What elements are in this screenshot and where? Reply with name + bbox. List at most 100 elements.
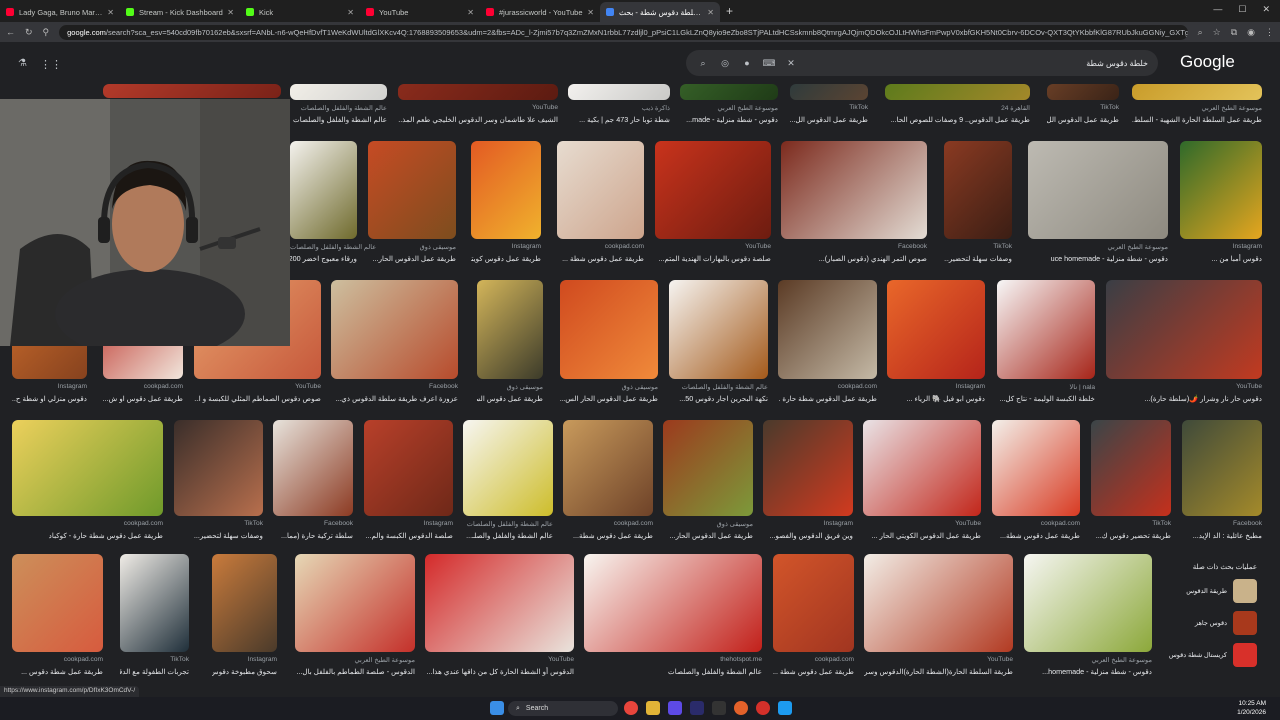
result-source[interactable]: cookpad.com	[12, 520, 163, 527]
result-caption[interactable]: طريقة عمل الدقوس شطة حارة ...	[778, 394, 877, 403]
google-logo[interactable]: Google	[1180, 52, 1235, 72]
image-result[interactable]: YouTube طريقة عمل الدقوس الكويتي الحار ..…	[863, 420, 981, 556]
result-thumbnail[interactable]	[174, 420, 263, 516]
result-thumbnail[interactable]	[425, 554, 574, 652]
keyboard-icon[interactable]: ⌨	[762, 58, 776, 69]
result-caption[interactable]: تجربات الطفولة مع الدقو...	[120, 667, 189, 676]
result-caption[interactable]: الشيف علا طاشمان وسر الدقوس الخليجي طعم …	[398, 115, 558, 124]
image-result[interactable]: موسوعة الطبخ العربي الدقوس - صلصة الطماطم…	[295, 554, 415, 692]
result-caption[interactable]: طريقة عمل دقوس شطة حارة - كوكباد	[12, 531, 163, 540]
related-search-item[interactable]: كريستال شطة دقوس	[1163, 639, 1263, 671]
result-thumbnail[interactable]	[1028, 141, 1168, 239]
terminal-icon[interactable]	[712, 701, 726, 715]
app-icon[interactable]	[778, 701, 792, 715]
result-caption[interactable]: دقوس - شطة منزلية - made...	[680, 115, 778, 124]
firefox-icon[interactable]	[734, 701, 748, 715]
result-thumbnail[interactable]	[12, 554, 103, 652]
image-result[interactable]: Instagram دقوس أمبا من ...	[1180, 141, 1262, 279]
result-caption[interactable]: طريقة عمل الدقوس الحار الس...	[560, 394, 658, 403]
result-caption[interactable]: طريقة عمل شطة دقوس ...	[12, 667, 103, 676]
result-source[interactable]: موسوعة الطبخ العربي	[295, 656, 416, 664]
menu-icon[interactable]: ⋮	[1265, 27, 1274, 38]
apps-grid-icon[interactable]: ⋮⋮	[40, 58, 62, 71]
result-thumbnail[interactable]	[992, 420, 1080, 516]
result-source[interactable]: Instagram	[1180, 243, 1262, 250]
result-thumbnail[interactable]	[863, 420, 981, 516]
result-source[interactable]: عالم الشطة والفلفل والصلصات	[290, 104, 387, 112]
image-result[interactable]: YouTube الشيف علا طاشمان وسر الدقوس الخلي…	[398, 84, 558, 140]
image-result[interactable]: YouTube دقوس حار نار وشرار 🌶️(سلطة حارة).…	[1106, 280, 1262, 419]
image-result[interactable]: عالم الشطة والفلفل والصلصات عالم الشطة وا…	[463, 420, 553, 556]
result-thumbnail[interactable]	[331, 280, 458, 379]
result-source[interactable]: cookpad.com	[773, 656, 854, 663]
tab-close-icon[interactable]: ✕	[347, 8, 354, 17]
result-source[interactable]: Instagram	[471, 243, 541, 250]
result-source[interactable]: cookpad.com	[557, 243, 644, 250]
image-result[interactable]: Facebook سلطة تركية حارة (مما...	[273, 420, 353, 556]
result-thumbnail[interactable]	[790, 84, 868, 100]
image-result[interactable]: عالم الشطة والفلفل والصلصات ورقاء معبوج ا…	[290, 141, 376, 279]
image-result[interactable]: ذاكرة ذيب شطة توبا حار 473 جم | بكية ...	[568, 84, 670, 140]
result-caption[interactable]: صلصة الدقوس الكبسة والم...	[364, 531, 453, 540]
result-source[interactable]: cookpad.com	[778, 383, 877, 390]
image-result[interactable]: Instagram دقوس ابو فيل 🐘 الرياء ...	[887, 280, 985, 419]
image-result[interactable]: نالا | nala خلطة الكبسة الوليمة - نتاج كل…	[997, 280, 1095, 419]
result-source[interactable]: نالا | nala	[997, 383, 1095, 391]
image-result[interactable]: cookpad.com طريقة عمل دقوس شطة...	[563, 420, 653, 556]
result-caption[interactable]: دقوس منزلي او شطة ح...	[12, 394, 87, 403]
result-thumbnail[interactable]	[1047, 84, 1119, 100]
result-thumbnail[interactable]	[1106, 280, 1262, 379]
result-source[interactable]: عالم الشطة والفلفل والصلصات	[669, 383, 768, 391]
result-thumbnail[interactable]	[584, 554, 762, 652]
result-source[interactable]: cookpad.com	[12, 656, 103, 663]
system-clock[interactable]: 10:25 AM 1/20/2026	[1237, 699, 1266, 717]
result-caption[interactable]: طريقة عمل الدقوس الحار...	[663, 531, 753, 540]
result-source[interactable]: Instagram	[12, 383, 87, 390]
result-thumbnail[interactable]	[1180, 141, 1262, 239]
search-box[interactable]: ⌕ ◎ ● ⌨ ✕ خلطة دقوس شطة	[686, 50, 1158, 76]
result-source[interactable]: Instagram	[212, 656, 277, 663]
result-caption[interactable]: الدقوس - صلصة الطماطم بالفلفل بال...	[295, 667, 415, 676]
result-source[interactable]: القاهرة 24	[885, 104, 1030, 112]
clear-icon[interactable]: ✕	[784, 58, 798, 69]
result-source[interactable]: موسوعة الطبخ العربي	[1024, 656, 1153, 664]
image-result[interactable]: TikTok وصفات سهلة لتحضير...	[944, 141, 1012, 279]
result-source[interactable]: YouTube	[655, 243, 771, 250]
result-caption[interactable]: طريقة عمل الدقوس.. 9 وصفات للصوص الحا...	[885, 115, 1030, 124]
image-result[interactable]: cookpad.com طريقة عمل شطة دقوس ...	[12, 554, 103, 692]
new-tab-icon[interactable]: +	[726, 4, 733, 18]
image-result[interactable]: القاهرة 24 طريقة عمل الدقوس.. 9 وصفات للص…	[885, 84, 1030, 140]
result-source[interactable]: Instagram	[887, 383, 985, 390]
result-source[interactable]: عالم الشطة والفلفل والصلصات	[463, 520, 553, 528]
result-caption[interactable]: طريقة عمل السلطة الحارة الشهية - السلط..…	[1132, 115, 1262, 124]
site-info-icon[interactable]: ⚲	[43, 27, 50, 38]
search-input[interactable]: خلطة دقوس شطة	[806, 59, 1148, 68]
result-caption[interactable]: طريقة عمل الدقوس الحار...	[368, 254, 456, 263]
result-caption[interactable]: وين فريق الدقوس والفصو...	[763, 531, 853, 540]
image-result[interactable]: Instagram وين فريق الدقوس والفصو...	[763, 420, 853, 556]
image-result[interactable]: cookpad.com طريقة عمل الدقوس شطة حارة ...	[778, 280, 877, 419]
result-source[interactable]: TikTok	[1047, 104, 1119, 111]
image-result[interactable]: YouTube صلصة دقوس بالبهارات الهندية المتم…	[655, 141, 771, 279]
result-caption[interactable]: وصفات سهلة لتحضير...	[944, 254, 1012, 263]
result-source[interactable]: cookpad.com	[103, 383, 183, 390]
result-source[interactable]: YouTube	[425, 656, 574, 663]
close-window-icon[interactable]: ✕	[1262, 4, 1270, 15]
result-caption[interactable]: دقوس - شطة منزلية - uce homemade	[1028, 254, 1168, 263]
result-thumbnail[interactable]	[368, 141, 456, 239]
result-source[interactable]: Facebook	[1182, 520, 1262, 527]
result-caption[interactable]: طريقة عمل دقوس شطة...	[563, 531, 653, 540]
result-thumbnail[interactable]	[120, 554, 189, 652]
result-caption[interactable]: طريقة تحضير دقوس ك...	[1091, 531, 1171, 540]
result-caption[interactable]: دقوس أمبا من ...	[1180, 254, 1262, 263]
result-source[interactable]: TikTok	[790, 104, 868, 111]
result-caption[interactable]: طريقة عمل الدقوس الل...	[790, 115, 868, 124]
browser-tab[interactable]: Kick ✕	[240, 2, 360, 22]
result-source[interactable]: Facebook	[781, 243, 927, 250]
result-caption[interactable]: سلطة تركية حارة (مما...	[273, 531, 353, 540]
result-source[interactable]: موسوعة الطبخ العربي	[1028, 243, 1169, 251]
image-result[interactable]: cookpad.com طريقة عمل دقوس شطة...	[992, 420, 1080, 556]
image-result[interactable]: Instagram سحوق مطبوخة دقوس ...	[212, 554, 277, 692]
tab-close-icon[interactable]: ✕	[227, 8, 234, 17]
minimize-icon[interactable]: —	[1213, 4, 1222, 15]
